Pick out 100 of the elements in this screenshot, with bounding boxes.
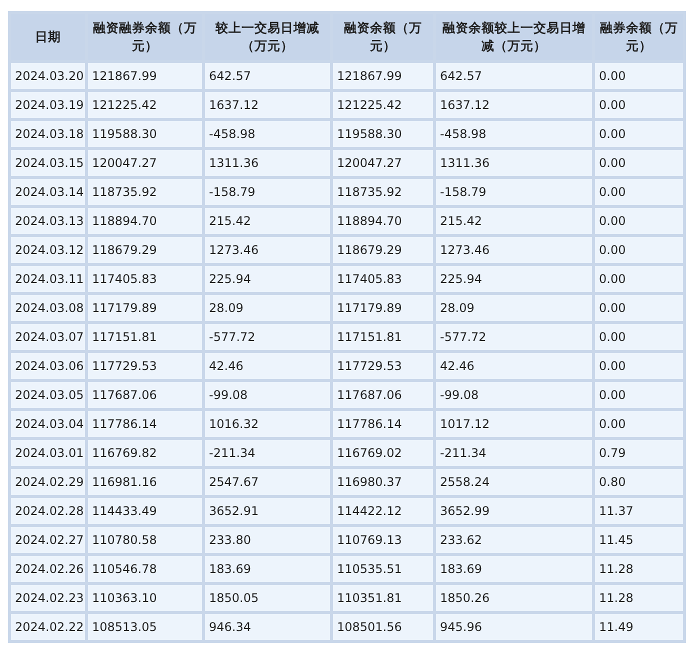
table-cell: 642.57 — [205, 63, 330, 89]
table-cell: 2024.02.26 — [11, 556, 85, 582]
table-cell: 1850.05 — [205, 585, 330, 611]
table-cell: 946.34 — [205, 614, 330, 640]
table-cell: 110546.78 — [88, 556, 202, 582]
table-cell: 1311.36 — [436, 150, 592, 176]
table-cell: 116981.16 — [88, 469, 202, 495]
table-cell: -458.98 — [205, 121, 330, 147]
table-cell: 0.00 — [595, 411, 683, 437]
table-cell: 3652.91 — [205, 498, 330, 524]
table-cell: 114433.49 — [88, 498, 202, 524]
table-cell: 1273.46 — [436, 237, 592, 263]
table-cell: -99.08 — [205, 382, 330, 408]
table-cell: 1017.12 — [436, 411, 592, 437]
table-cell: 11.49 — [595, 614, 683, 640]
table-cell: 183.69 — [436, 556, 592, 582]
table-cell: 0.00 — [595, 179, 683, 205]
table-cell: 2024.03.12 — [11, 237, 85, 263]
table-cell: 116980.37 — [333, 469, 433, 495]
table-cell: 118735.92 — [333, 179, 433, 205]
table-cell: 2024.03.05 — [11, 382, 85, 408]
table-cell: 1016.32 — [205, 411, 330, 437]
table-cell: 0.00 — [595, 353, 683, 379]
table-cell: 2558.24 — [436, 469, 592, 495]
table-cell: 117151.81 — [88, 324, 202, 350]
table-cell: 121225.42 — [88, 92, 202, 118]
table-cell: 0.00 — [595, 382, 683, 408]
table-cell: 0.00 — [595, 121, 683, 147]
table-cell: 117405.83 — [333, 266, 433, 292]
table-cell: 108513.05 — [88, 614, 202, 640]
table-cell: 117151.81 — [333, 324, 433, 350]
table-cell: 108501.56 — [333, 614, 433, 640]
table-cell: 0.00 — [595, 295, 683, 321]
table-cell: 0.79 — [595, 440, 683, 466]
table-cell: 2024.03.13 — [11, 208, 85, 234]
table-cell: 1273.46 — [205, 237, 330, 263]
table-cell: 233.80 — [205, 527, 330, 553]
table-cell: 0.00 — [595, 324, 683, 350]
table-cell: 0.00 — [595, 150, 683, 176]
table-cell: 3652.99 — [436, 498, 592, 524]
table-cell: 2024.03.11 — [11, 266, 85, 292]
table-cell: -458.98 — [436, 121, 592, 147]
table-cell: 2024.03.04 — [11, 411, 85, 437]
table-cell: 215.42 — [205, 208, 330, 234]
table-cell: 215.42 — [436, 208, 592, 234]
table-cell: 2024.03.07 — [11, 324, 85, 350]
table-cell: 117179.89 — [333, 295, 433, 321]
table-cell: 110351.81 — [333, 585, 433, 611]
table-cell: 121867.99 — [88, 63, 202, 89]
table-cell: 2024.03.14 — [11, 179, 85, 205]
table-cell: -158.79 — [436, 179, 592, 205]
table-cell: 0.80 — [595, 469, 683, 495]
table-cell: 117729.53 — [88, 353, 202, 379]
table-cell: 118679.29 — [333, 237, 433, 263]
table-cell: 11.28 — [595, 556, 683, 582]
table-cell: 119588.30 — [333, 121, 433, 147]
table-cell: 0.00 — [595, 63, 683, 89]
table-cell: -577.72 — [436, 324, 592, 350]
table-cell: 120047.27 — [333, 150, 433, 176]
table-cell: 2024.03.18 — [11, 121, 85, 147]
table-cell: 116769.82 — [88, 440, 202, 466]
table-cell: 1850.26 — [436, 585, 592, 611]
table-cell: 233.62 — [436, 527, 592, 553]
table-cell: 1637.12 — [205, 92, 330, 118]
table-cell: 117405.83 — [88, 266, 202, 292]
table-cell: 225.94 — [205, 266, 330, 292]
table-cell: 225.94 — [436, 266, 592, 292]
table-cell: 116769.02 — [333, 440, 433, 466]
table-cell: 2024.03.01 — [11, 440, 85, 466]
table-cell: 117179.89 — [88, 295, 202, 321]
table-cell: 118679.29 — [88, 237, 202, 263]
table-cell: 114422.12 — [333, 498, 433, 524]
table-cell: 183.69 — [205, 556, 330, 582]
table-cell: 117729.53 — [333, 353, 433, 379]
table-cell: 0.00 — [595, 266, 683, 292]
table-cell: 2024.02.23 — [11, 585, 85, 611]
table-cell: -211.34 — [205, 440, 330, 466]
table-cell: 0.00 — [595, 92, 683, 118]
table-cell: 110780.58 — [88, 527, 202, 553]
table-cell: 117786.14 — [333, 411, 433, 437]
table-cell: 2547.67 — [205, 469, 330, 495]
table-cell: 0.00 — [595, 237, 683, 263]
table-cell: 42.46 — [205, 353, 330, 379]
table-cell: 1311.36 — [205, 150, 330, 176]
table-cell: 118894.70 — [88, 208, 202, 234]
table-cell: 117786.14 — [88, 411, 202, 437]
table-cell: 28.09 — [436, 295, 592, 321]
table-cell: -158.79 — [205, 179, 330, 205]
table-cell: 642.57 — [436, 63, 592, 89]
table-cell: 2024.02.27 — [11, 527, 85, 553]
table-cell: 2024.02.28 — [11, 498, 85, 524]
table-cell: 11.45 — [595, 527, 683, 553]
table-cell: -99.08 — [436, 382, 592, 408]
table-cell: 2024.03.06 — [11, 353, 85, 379]
table-cell: 2024.03.20 — [11, 63, 85, 89]
table-cell: 110535.51 — [333, 556, 433, 582]
table-cell: 117687.06 — [333, 382, 433, 408]
table-cell: 118735.92 — [88, 179, 202, 205]
table-cell: 28.09 — [205, 295, 330, 321]
table-cell: 118894.70 — [333, 208, 433, 234]
